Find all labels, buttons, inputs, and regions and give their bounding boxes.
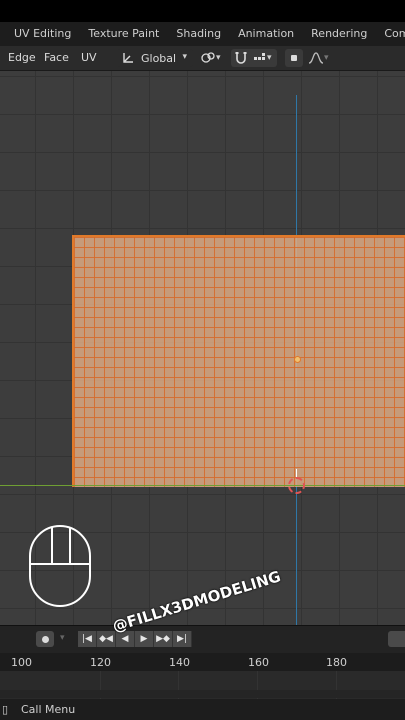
- status-bar: ▯ Call Menu: [0, 699, 405, 720]
- jump-keyframe-forward-icon[interactable]: ▶◆: [154, 631, 173, 647]
- playback-buttons: |◀ ◆◀ ◀ ▶ ▶◆ ▶|: [78, 631, 192, 647]
- status-call-menu: Call Menu: [21, 703, 76, 716]
- mouse-button-icon: ▯: [2, 703, 9, 716]
- frame-number: 180: [326, 656, 347, 669]
- transform-orientation-icon: [123, 53, 133, 63]
- object-origin: [294, 356, 301, 363]
- frame-number: 140: [169, 656, 190, 669]
- auto-keying-button[interactable]: [36, 631, 54, 647]
- play-icon[interactable]: ▶: [135, 631, 154, 647]
- snap-icon: [235, 52, 247, 64]
- chevron-down-icon[interactable]: ▾: [60, 633, 65, 643]
- current-frame-field[interactable]: [388, 631, 405, 647]
- menu-edge[interactable]: Edge: [8, 46, 36, 70]
- falloff-curve-icon: [308, 52, 324, 64]
- menu-face[interactable]: Face: [44, 46, 69, 70]
- record-icon: [41, 635, 49, 643]
- jump-keyframe-back-icon[interactable]: ◆◀: [97, 631, 116, 647]
- frame-number: 100: [11, 656, 32, 669]
- tab-animation[interactable]: Animation: [229, 22, 302, 46]
- snap-toggle[interactable]: [233, 49, 249, 67]
- top-black-bar: [0, 0, 405, 22]
- tab-compositing[interactable]: Compositing: [375, 22, 405, 46]
- viewport-header: Edge Face UV Global ▾ ▾ ▾ ▾: [0, 46, 405, 71]
- selected-mesh-plane[interactable]: [72, 235, 405, 487]
- tab-shading[interactable]: Shading: [167, 22, 229, 46]
- transform-orientation-dropdown[interactable]: Global ▾: [117, 49, 193, 67]
- mouse-icon: [29, 525, 91, 607]
- jump-start-icon[interactable]: |◀: [78, 631, 97, 647]
- chevron-down-icon: ▾: [182, 52, 187, 62]
- tab-rendering[interactable]: Rendering: [302, 22, 375, 46]
- orientation-label: Global: [141, 51, 177, 65]
- pivot-point-dropdown[interactable]: ▾: [200, 49, 221, 67]
- falloff-dropdown[interactable]: ▾: [308, 49, 329, 67]
- workspace-tabs: UV Editing Texture Paint Shading Animati…: [0, 22, 405, 46]
- 3d-cursor-tick: [296, 469, 297, 477]
- 3d-cursor[interactable]: [288, 477, 305, 494]
- chevron-down-icon: ▾: [324, 53, 329, 63]
- proportional-edit-icon: [291, 55, 297, 61]
- x-axis-line: [0, 485, 405, 486]
- snap-target-icon: [254, 53, 265, 60]
- frame-number: 160: [248, 656, 269, 669]
- menu-uv[interactable]: UV: [81, 46, 97, 70]
- chevron-down-icon: ▾: [216, 53, 221, 63]
- snap-target-dropdown[interactable]: ▾: [253, 49, 272, 67]
- chevron-down-icon: ▾: [267, 53, 272, 63]
- proportional-edit-toggle[interactable]: [285, 49, 303, 67]
- pivot-link-icon: [201, 52, 215, 63]
- tab-uv-editing[interactable]: UV Editing: [0, 22, 79, 46]
- timeline-scrollbar[interactable]: [0, 690, 405, 698]
- 3d-viewport[interactable]: [0, 71, 405, 625]
- frame-number: 120: [90, 656, 111, 669]
- tab-texture-paint[interactable]: Texture Paint: [79, 22, 167, 46]
- jump-end-icon[interactable]: ▶|: [173, 631, 192, 647]
